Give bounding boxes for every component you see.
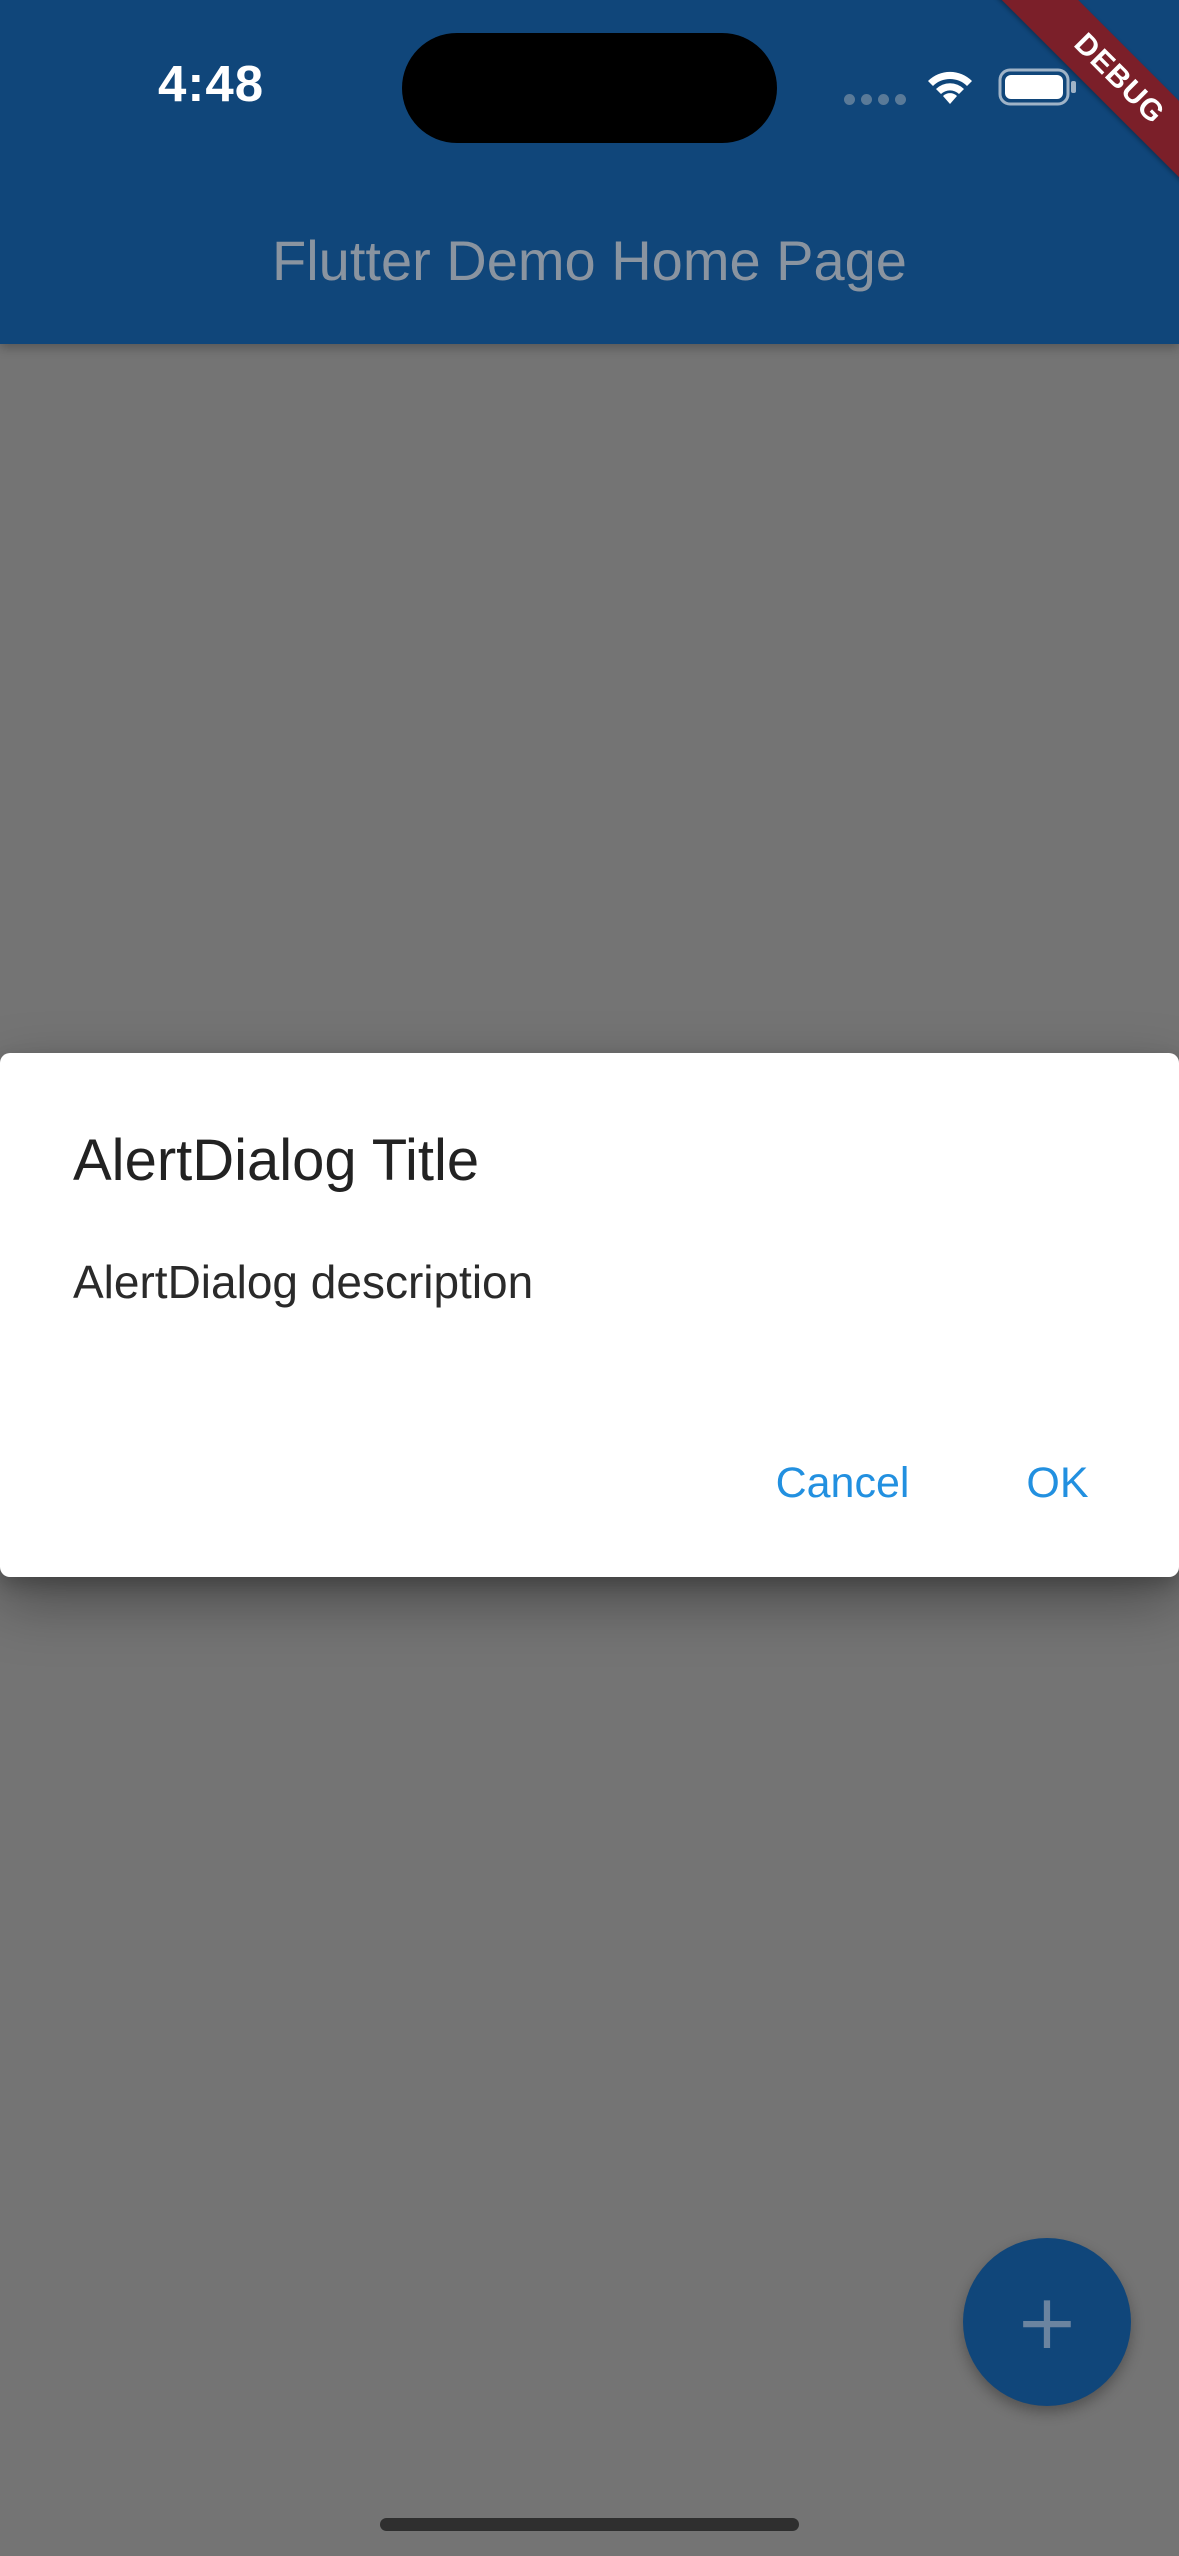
app-bar-title: Flutter Demo Home Page (272, 229, 907, 292)
dynamic-island (402, 33, 777, 143)
plus-icon: + (1015, 2277, 1079, 2366)
ok-button[interactable]: OK (1000, 1433, 1115, 1533)
home-indicator[interactable] (380, 2518, 799, 2531)
wifi-icon (928, 71, 972, 104)
app-bar: 4:48 Flutter Demo Home Page (0, 0, 1179, 344)
dialog-actions: Cancel OK (0, 1433, 1179, 1533)
cancel-button[interactable]: Cancel (740, 1433, 945, 1533)
dialog-content: AlertDialog description (73, 1256, 534, 1308)
increment-fab-button[interactable]: + (963, 2238, 1131, 2406)
status-time: 4:48 (158, 55, 265, 112)
cellular-dots-icon (844, 94, 906, 106)
alert-dialog: AlertDialog Title AlertDialog descriptio… (0, 1053, 1179, 1577)
screen: 4:48 Flutter Demo Home Page DEBUG AlertD… (0, 0, 1179, 2556)
battery-icon (998, 68, 1076, 106)
dialog-title: AlertDialog Title (73, 1128, 480, 1193)
